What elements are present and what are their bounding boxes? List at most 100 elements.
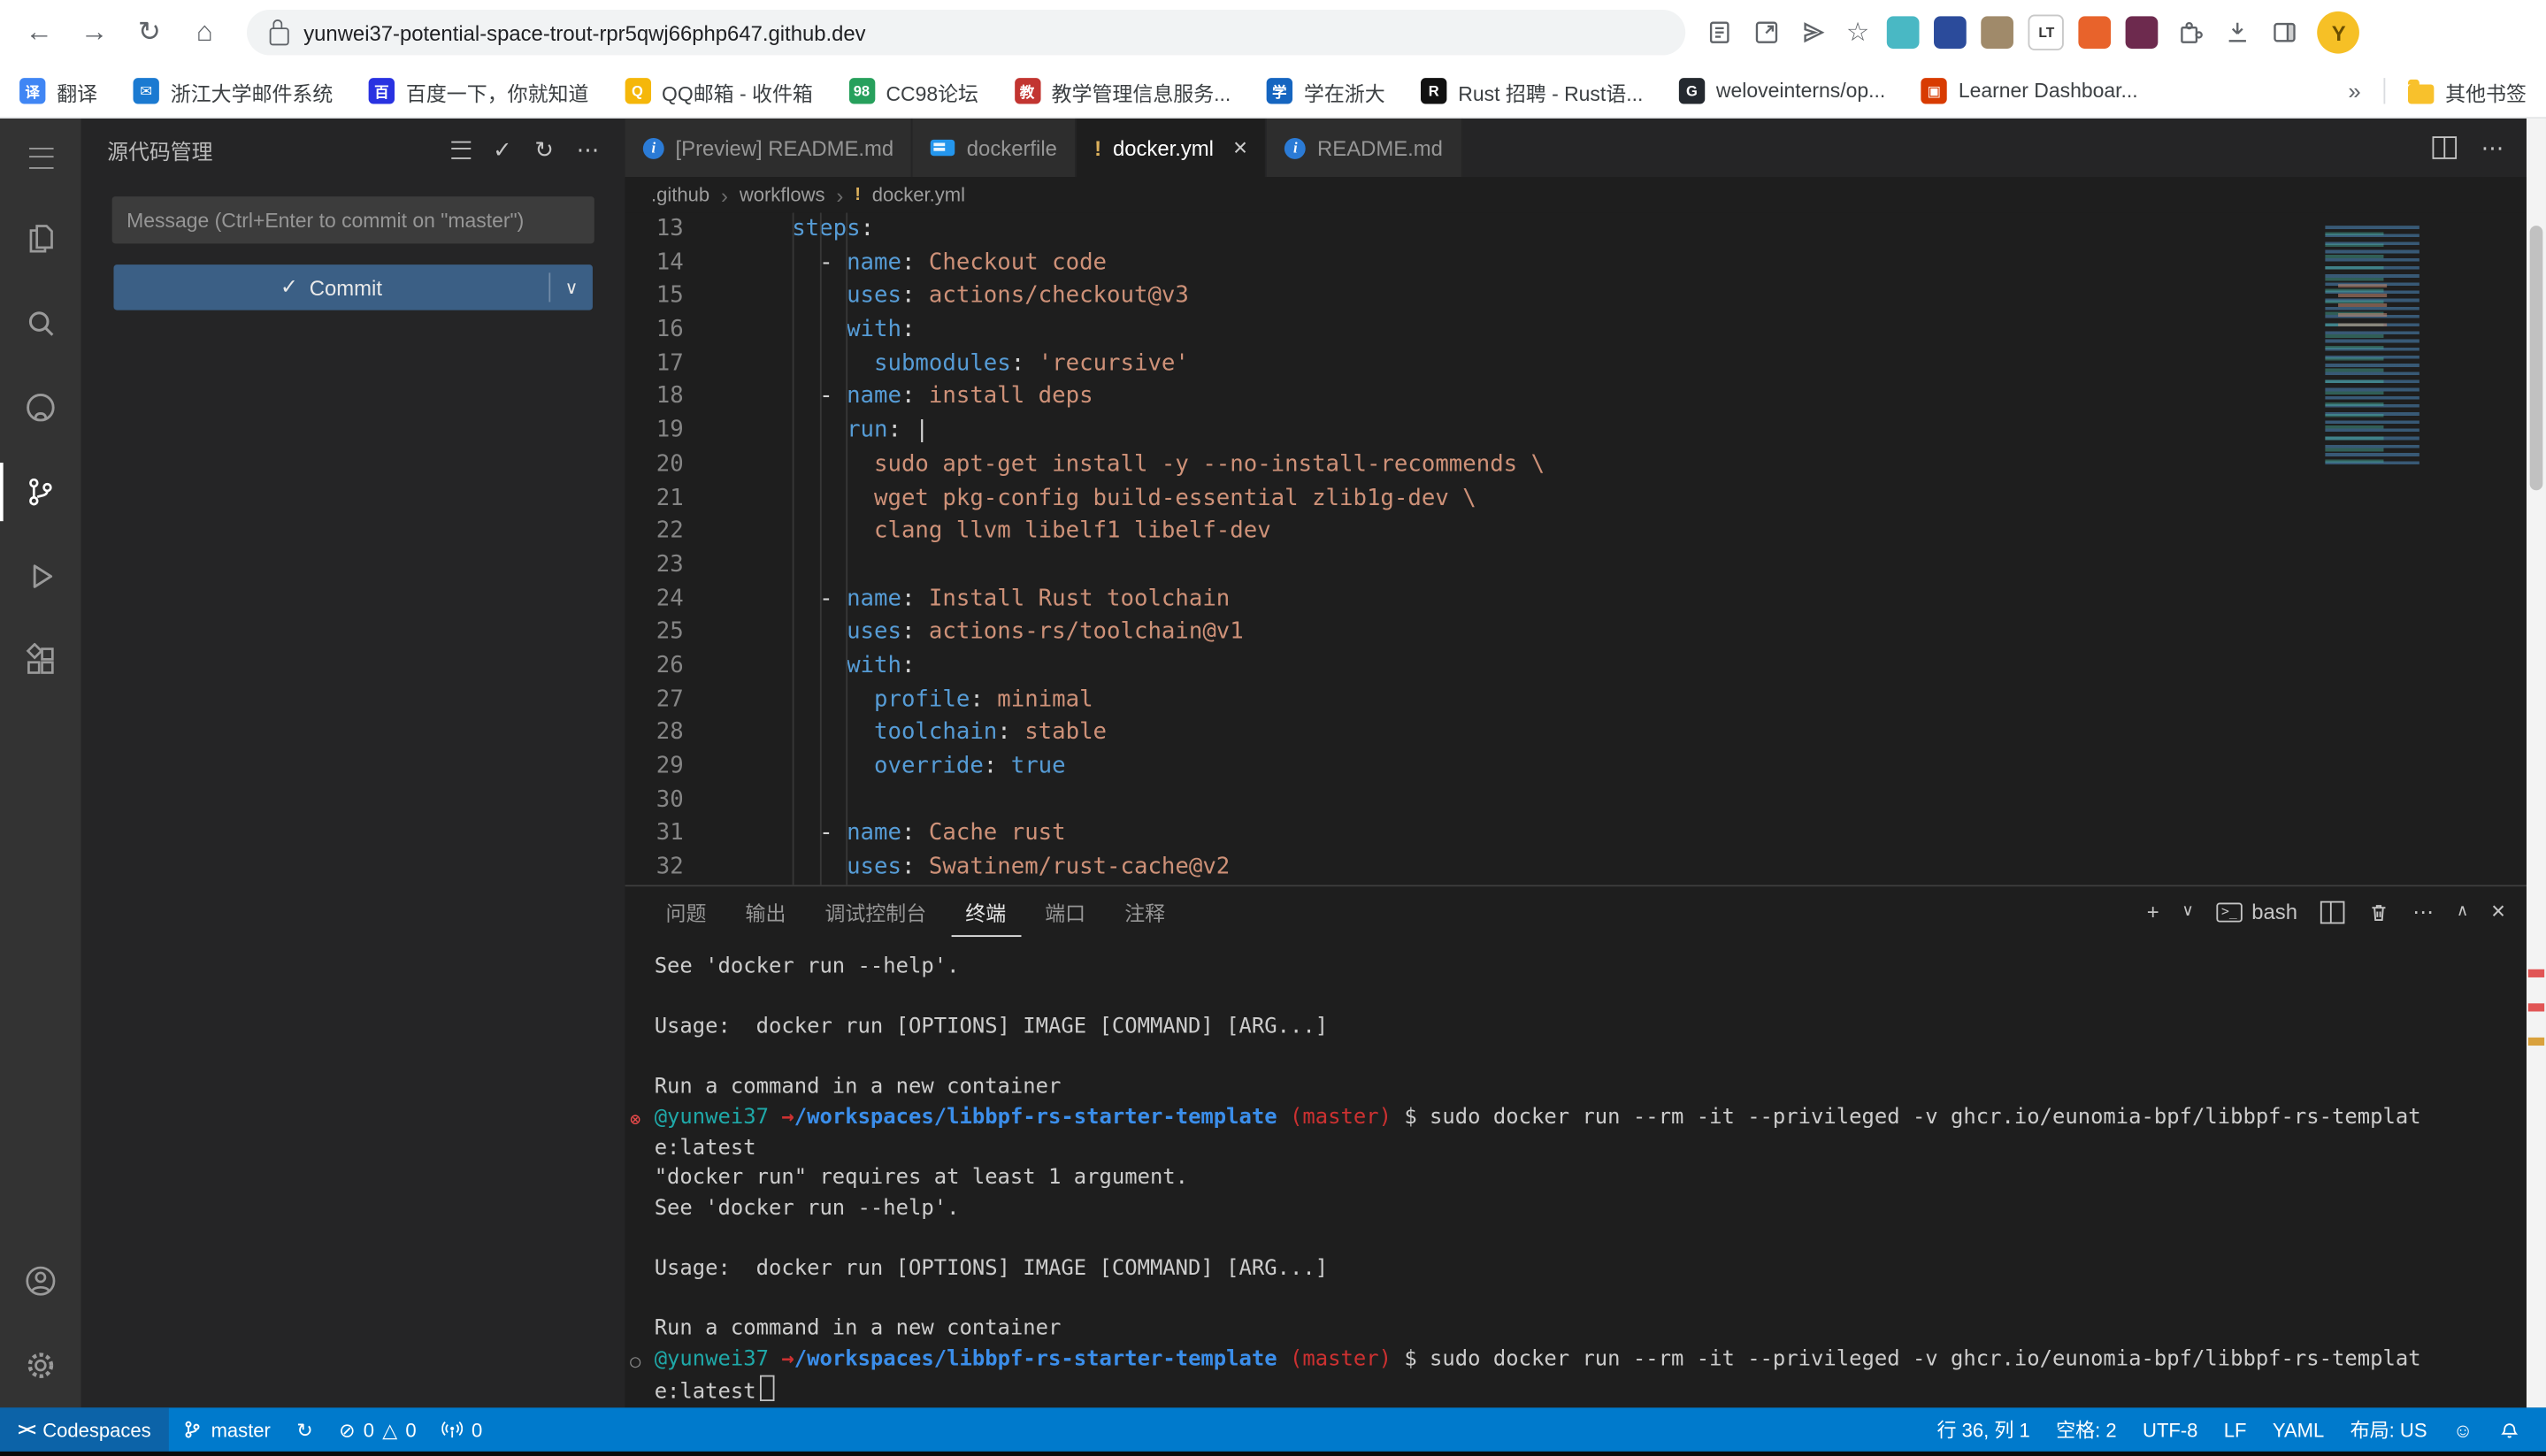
feedback-button[interactable]: ☺ bbox=[2440, 1407, 2486, 1452]
code-line: 27 profile: minimal bbox=[625, 683, 2527, 717]
bookmark-item[interactable]: 百百度一下，你就知道 bbox=[369, 75, 589, 106]
home-button[interactable]: ⌂ bbox=[179, 6, 231, 58]
settings-button[interactable] bbox=[0, 1323, 81, 1407]
bookmark-item[interactable]: Gweloveinterns/op... bbox=[1679, 75, 1886, 106]
sidebar-item-source-control[interactable] bbox=[0, 449, 81, 533]
panel-tab[interactable]: 端口 bbox=[1031, 886, 1100, 937]
indentation-indicator[interactable]: 空格: 2 bbox=[2043, 1407, 2129, 1452]
code-editor[interactable]: 13 steps:14 - name: Checkout code15 uses… bbox=[625, 212, 2527, 885]
sidebar-item-search[interactable] bbox=[0, 281, 81, 365]
commit-dropdown[interactable]: ∨ bbox=[550, 277, 593, 298]
scrollbar-thumb[interactable] bbox=[2530, 226, 2543, 490]
bookmarks-overflow-chevron[interactable]: » bbox=[2348, 78, 2360, 103]
more-actions-icon[interactable]: ⋯ bbox=[577, 135, 600, 163]
line-number: 19 bbox=[625, 414, 684, 448]
browser-extension-icon[interactable] bbox=[2079, 16, 2112, 49]
bookmark-item[interactable]: ✉浙江大学邮件系统 bbox=[134, 75, 334, 106]
panel-tab[interactable]: 调试控制台 bbox=[810, 886, 941, 937]
puzzle-extensions-icon[interactable] bbox=[2176, 18, 2205, 47]
browser-extension-icon[interactable] bbox=[1982, 16, 2014, 49]
plus-icon: + bbox=[2147, 900, 2159, 924]
scrollbar[interactable] bbox=[2527, 119, 2546, 1407]
sidebar-item-extensions[interactable] bbox=[0, 618, 81, 702]
keyboard-layout-indicator[interactable]: 布局: US bbox=[2337, 1407, 2440, 1452]
close-panel-icon[interactable]: × bbox=[2491, 898, 2505, 925]
bookmark-item[interactable]: RRust 招聘 - Rust语... bbox=[1421, 75, 1643, 106]
problems-indicator[interactable]: ⊘ 0 △ 0 bbox=[326, 1407, 429, 1452]
bookmark-favicon-icon: 98 bbox=[848, 78, 874, 103]
accounts-button[interactable] bbox=[0, 1238, 81, 1322]
back-button[interactable]: ← bbox=[13, 6, 65, 58]
breadcrumb-item[interactable]: .github bbox=[651, 183, 709, 206]
commit-message-input[interactable] bbox=[112, 196, 594, 243]
kill-terminal-icon[interactable] bbox=[2367, 900, 2390, 923]
breadcrumb-item[interactable]: workflows bbox=[740, 183, 825, 206]
other-bookmarks-label: 其他书签 bbox=[2445, 75, 2527, 106]
notifications-button[interactable] bbox=[2486, 1407, 2533, 1452]
ports-indicator[interactable]: 0 bbox=[429, 1407, 495, 1452]
open-in-app-icon[interactable] bbox=[1752, 18, 1781, 47]
panel-more-icon[interactable]: ⋯ bbox=[2412, 899, 2434, 924]
bookmark-item[interactable]: 98CC98论坛 bbox=[848, 75, 978, 106]
close-icon[interactable]: × bbox=[1233, 135, 1247, 160]
share-icon[interactable] bbox=[1799, 18, 1829, 47]
encoding-indicator[interactable]: UTF-8 bbox=[2129, 1407, 2211, 1452]
code-text: submodules: 'recursive' bbox=[737, 347, 1189, 380]
profile-avatar[interactable]: Y bbox=[2318, 11, 2360, 54]
editor-tab[interactable]: i[Preview] README.md bbox=[625, 119, 914, 177]
bookmark-item[interactable]: 教教学管理信息服务... bbox=[1014, 75, 1231, 106]
split-editor-icon[interactable] bbox=[2433, 136, 2458, 159]
bookmark-item[interactable]: QQQ邮箱 - 收件箱 bbox=[625, 75, 813, 106]
sync-button[interactable]: ↻ bbox=[284, 1407, 326, 1452]
eol-indicator[interactable]: LF bbox=[2211, 1407, 2259, 1452]
branch-indicator[interactable]: master bbox=[169, 1407, 284, 1452]
view-as-list-icon[interactable] bbox=[450, 141, 470, 158]
downloads-icon[interactable] bbox=[2223, 18, 2252, 47]
panel-tab[interactable]: 注释 bbox=[1110, 886, 1180, 937]
browser-extension-icon[interactable] bbox=[2126, 16, 2159, 49]
forward-button[interactable]: → bbox=[68, 6, 120, 58]
panel-tab[interactable]: 输出 bbox=[731, 886, 801, 937]
new-terminal-button[interactable]: + bbox=[2147, 900, 2159, 924]
refresh-icon[interactable]: ↻ bbox=[534, 135, 554, 163]
bookmark-item[interactable]: ▣Learner Dashboar... bbox=[1921, 75, 2138, 106]
more-actions-icon[interactable]: ⋯ bbox=[2481, 134, 2504, 161]
browser-extension-icon[interactable]: LT bbox=[2028, 15, 2064, 50]
sidebar-item-run-debug[interactable] bbox=[0, 534, 81, 618]
panel-tab[interactable]: 问题 bbox=[651, 886, 721, 937]
code-text: clang llvm libelf1 libelf-dev bbox=[737, 515, 1270, 548]
collections-icon[interactable] bbox=[1705, 18, 1734, 47]
terminal[interactable]: See 'docker run --help'.Usage: docker ru… bbox=[625, 937, 2527, 1407]
editor-tab[interactable]: dockerfile bbox=[913, 119, 1077, 177]
editor-tabs: i[Preview] README.mddockerfile!docker.ym… bbox=[625, 119, 1462, 177]
url-text[interactable]: yunwei37-potential-space-trout-rpr5qwj66… bbox=[303, 20, 865, 45]
commit-button[interactable]: ✓ Commit ∨ bbox=[113, 264, 592, 310]
browser-extension-icon[interactable] bbox=[1887, 16, 1920, 49]
sidebar-item-explorer[interactable] bbox=[0, 196, 81, 280]
split-terminal-icon[interactable] bbox=[2320, 900, 2345, 923]
sidebar-toggle-icon[interactable] bbox=[2271, 18, 2300, 47]
menu-button[interactable] bbox=[0, 119, 81, 196]
other-bookmarks-button[interactable]: 其他书签 bbox=[2408, 75, 2527, 106]
panel-tab[interactable]: 终端 bbox=[951, 886, 1021, 937]
breadcrumb-item[interactable]: docker.yml bbox=[872, 183, 965, 206]
reload-button[interactable]: ↻ bbox=[123, 6, 175, 58]
editor-tab[interactable]: iREADME.md bbox=[1267, 119, 1462, 177]
language-mode-indicator[interactable]: YAML bbox=[2259, 1407, 2337, 1452]
editor-tab[interactable]: !docker.yml× bbox=[1077, 119, 1267, 177]
commit-button-label: Commit bbox=[310, 275, 382, 300]
codespaces-remote-indicator[interactable]: >< Codespaces bbox=[0, 1407, 169, 1452]
bookmark-item[interactable]: 译翻译 bbox=[19, 75, 97, 106]
commit-check-icon[interactable]: ✓ bbox=[493, 135, 512, 163]
terminal-profile-dropdown[interactable]: ∨ bbox=[2182, 903, 2193, 921]
tab-label: docker.yml bbox=[1113, 135, 1214, 160]
cursor-position[interactable]: 行 36, 列 1 bbox=[1924, 1407, 2044, 1452]
sidebar-item-github[interactable] bbox=[0, 365, 81, 449]
minimap[interactable] bbox=[2325, 226, 2451, 472]
address-bar[interactable]: yunwei37-potential-space-trout-rpr5qwj66… bbox=[247, 10, 1685, 55]
favorite-star-icon[interactable]: ☆ bbox=[1846, 16, 1869, 49]
bookmark-item[interactable]: 学学在浙大 bbox=[1267, 75, 1385, 106]
terminal-shell-picker[interactable]: >_ bash bbox=[2217, 900, 2297, 924]
maximize-panel-icon[interactable]: ∧ bbox=[2457, 903, 2468, 921]
browser-extension-icon[interactable] bbox=[1935, 16, 1967, 49]
